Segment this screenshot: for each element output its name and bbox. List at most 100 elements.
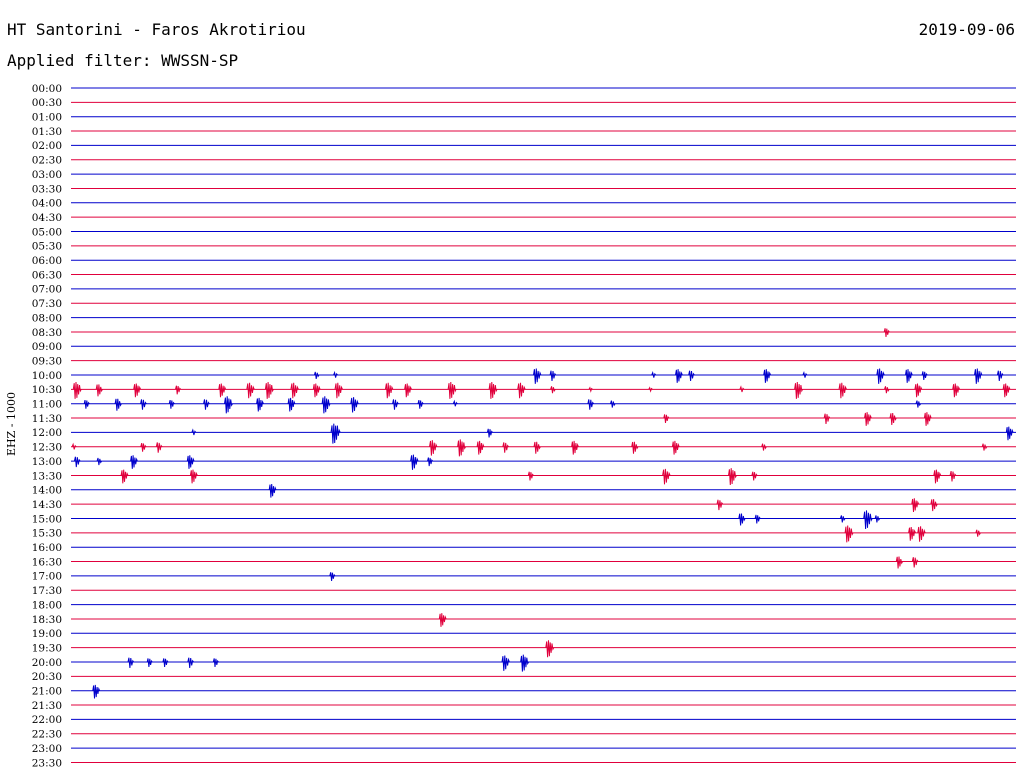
time-label: 09:00 [32, 341, 62, 353]
seismic-event [823, 413, 831, 425]
seismic-event [1005, 426, 1014, 441]
seismic-event [520, 654, 530, 672]
seismic-event [533, 441, 541, 454]
seismic-event [844, 525, 854, 543]
time-label: 13:30 [32, 470, 62, 482]
time-label: 21:30 [32, 700, 62, 712]
seismic-event [155, 442, 163, 453]
seismic-event [895, 556, 904, 569]
seismic-event [404, 383, 412, 398]
seismic-event [921, 371, 928, 381]
time-label: 02:00 [32, 140, 62, 152]
seismic-event [140, 442, 147, 452]
time-label: 08:30 [32, 327, 62, 339]
time-label: 19:30 [32, 642, 62, 654]
time-label: 10:00 [32, 370, 62, 382]
time-label: 12:30 [32, 442, 62, 454]
seismic-event [911, 557, 919, 568]
seismic-event [162, 658, 169, 668]
seismic-event [427, 457, 434, 467]
seismic-event [974, 368, 983, 384]
time-label: 07:30 [32, 298, 62, 310]
time-label: 15:00 [32, 513, 62, 525]
seismic-event [224, 396, 233, 414]
seismic-event [486, 428, 493, 438]
seismic-event [662, 468, 671, 485]
time-label: 10:30 [32, 384, 62, 396]
time-label: 17:30 [32, 585, 62, 597]
seismic-event [290, 382, 299, 399]
time-label: 22:00 [32, 714, 62, 726]
time-label: 04:00 [32, 198, 62, 210]
channel-label: EHZ - 1000 [5, 392, 18, 456]
seismic-event [120, 469, 129, 484]
seismic-event [587, 399, 594, 410]
seismic-event [716, 499, 724, 511]
seismic-event [130, 455, 138, 469]
time-label: 16:00 [32, 542, 62, 554]
seismic-event [312, 383, 321, 398]
time-label: 03:30 [32, 183, 62, 195]
trace-rows [71, 87, 1016, 763]
seismic-event [517, 382, 526, 399]
seismic-event [571, 440, 579, 455]
seismic-event [663, 414, 670, 424]
seismic-event [95, 384, 103, 397]
time-label: 11:30 [32, 413, 62, 425]
time-label: 03:00 [32, 169, 62, 181]
time-label: 11:00 [32, 399, 62, 411]
seismic-event [447, 381, 457, 399]
seismic-event [246, 382, 255, 399]
time-label: 17:00 [32, 571, 62, 583]
seismic-event [140, 399, 147, 410]
seismic-event [688, 370, 695, 382]
seismic-event [127, 657, 135, 669]
time-label: 21:00 [32, 686, 62, 698]
seismic-event [763, 369, 772, 383]
seismic-event [794, 381, 804, 399]
seismic-event [438, 613, 447, 627]
seismic-event [392, 399, 399, 410]
seismic-event [186, 455, 195, 469]
time-label: 07:00 [32, 284, 62, 296]
seismic-event [889, 413, 897, 426]
seismic-event [545, 640, 555, 658]
time-label: 19:00 [32, 628, 62, 640]
time-label: 00:30 [32, 97, 62, 109]
seismic-event [329, 572, 336, 581]
seismic-event [73, 456, 81, 468]
seismic-event [287, 397, 296, 412]
seismic-event [146, 658, 153, 668]
seismic-event [911, 498, 920, 513]
seismic-event [996, 370, 1004, 382]
time-label: 12:00 [32, 427, 62, 439]
helicorder-plot: 00:00 00:30 01:00 01:30 02:00 02:30 03:00 03:30… [5, 83, 1016, 769]
seismic-event [268, 483, 277, 498]
time-label: 05:00 [32, 226, 62, 238]
seismic-event [675, 369, 683, 383]
seismic-event [549, 370, 557, 382]
seismic-event [133, 383, 142, 398]
seismic-event [92, 684, 101, 699]
seismic-event [488, 381, 498, 399]
seismic-event [203, 399, 210, 410]
seismic-event [168, 399, 175, 409]
seismic-event [864, 412, 872, 426]
time-label: 20:30 [32, 671, 62, 683]
seismic-event [72, 381, 82, 399]
seismic-event [754, 514, 761, 524]
seismic-events [71, 328, 1014, 699]
time-label: 18:00 [32, 599, 62, 611]
seismic-event [330, 423, 341, 444]
seismic-event [949, 470, 957, 482]
time-label: 14:30 [32, 499, 62, 511]
time-label: 05:30 [32, 241, 62, 253]
seismic-event [930, 499, 938, 512]
seismic-event [905, 369, 913, 383]
seismic-event [728, 468, 737, 486]
seismic-event [838, 382, 847, 399]
time-label: 22:30 [32, 729, 62, 741]
time-label: 15:30 [32, 528, 62, 540]
time-label: 23:30 [32, 757, 62, 769]
time-label: 04:30 [32, 212, 62, 224]
